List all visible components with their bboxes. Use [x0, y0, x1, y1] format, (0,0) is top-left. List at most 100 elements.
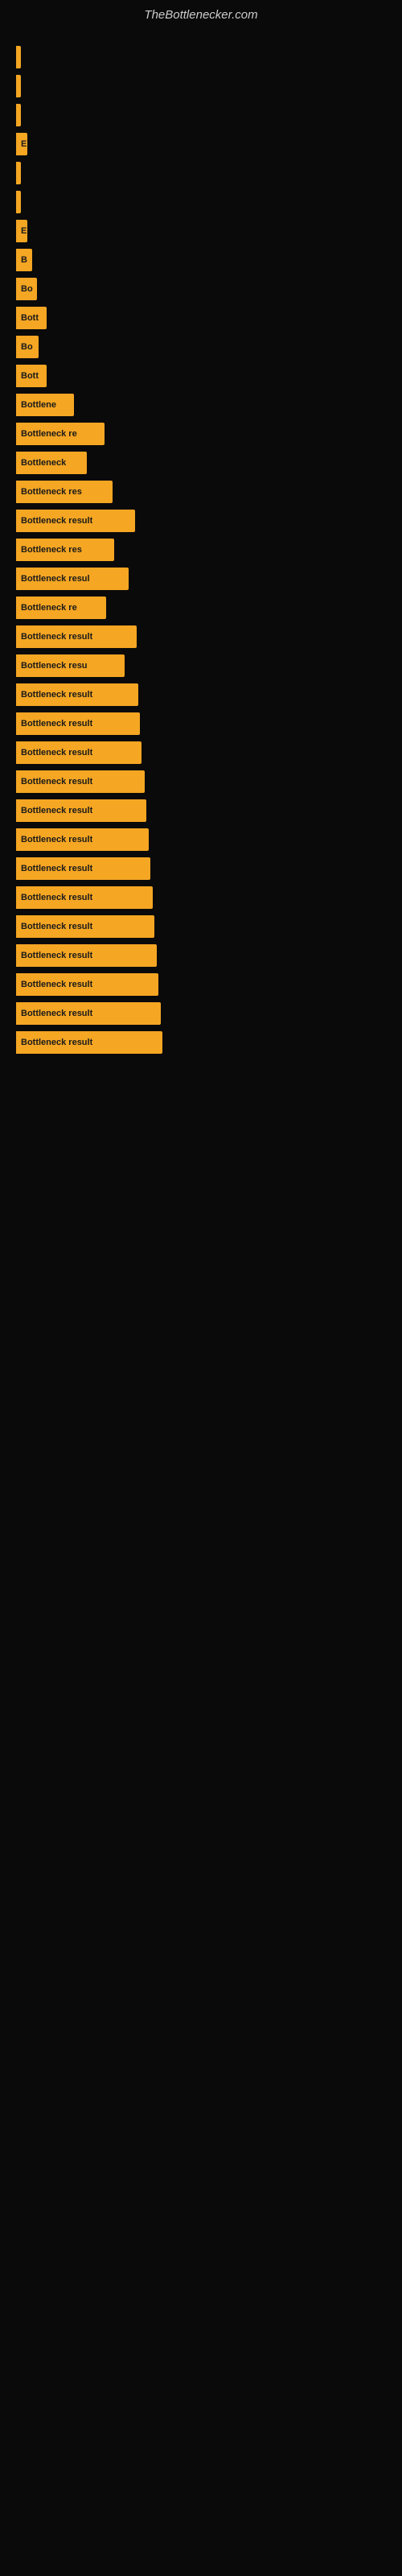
- bar: Bottleneck result: [16, 770, 145, 793]
- bar-row: |: [16, 46, 386, 68]
- bar-row: Bottleneck result: [16, 799, 386, 822]
- bar: Bottleneck result: [16, 1002, 161, 1025]
- bar-label: Bottleneck result: [21, 719, 92, 729]
- bar: Bottleneck result: [16, 799, 146, 822]
- bar-row: Bottleneck result: [16, 828, 386, 851]
- bar-row: Bottleneck resu: [16, 654, 386, 677]
- bar-row: E: [16, 133, 386, 155]
- bar-row: Bottleneck: [16, 452, 386, 474]
- bar-row: |: [16, 162, 386, 184]
- bar-label: Bottleneck result: [21, 893, 92, 902]
- bar-label: Bottleneck result: [21, 835, 92, 844]
- bar: Bo: [16, 336, 39, 358]
- bar-row: Bottlene: [16, 394, 386, 416]
- bar: Bottleneck res: [16, 539, 114, 561]
- bar-row: Bottleneck re: [16, 423, 386, 445]
- bar: Bottleneck result: [16, 510, 135, 532]
- bar-label: Bottleneck result: [21, 922, 92, 931]
- bar: Bo: [16, 278, 37, 300]
- bar-row: Bottleneck re: [16, 597, 386, 619]
- header: TheBottlenecker.com: [0, 0, 402, 38]
- bar-label: Bottleneck: [21, 458, 66, 468]
- bar-label: Bottleneck res: [21, 487, 82, 497]
- bar-label: Bottleneck result: [21, 951, 92, 960]
- bar-label: Bottleneck res: [21, 545, 82, 555]
- bar-label: Bottleneck result: [21, 980, 92, 989]
- bar-label: Bottlene: [21, 400, 56, 410]
- bar-row: Bottleneck result: [16, 1002, 386, 1025]
- bar-row: Bottleneck result: [16, 886, 386, 909]
- bar: Bottleneck result: [16, 915, 154, 938]
- bars-container: | | | E | | E B Bo Bott Bo Bott Bottlene Bottleneck r…: [0, 38, 402, 1068]
- bar-row: Bottleneck res: [16, 481, 386, 503]
- bar: E: [16, 133, 27, 155]
- bar-label: Bottleneck result: [21, 690, 92, 700]
- bar-row: Bo: [16, 336, 386, 358]
- bar-row: Bottleneck result: [16, 1031, 386, 1054]
- bar-label: Bottleneck resu: [21, 661, 88, 671]
- bar-label: Bottleneck result: [21, 777, 92, 786]
- bar-row: E: [16, 220, 386, 242]
- bar-label: Bottleneck result: [21, 806, 92, 815]
- bar-label: Bottleneck result: [21, 1009, 92, 1018]
- bar: |: [16, 162, 21, 184]
- bar-row: Bottleneck result: [16, 973, 386, 996]
- bar: Bottleneck result: [16, 683, 138, 706]
- bar: Bott: [16, 365, 47, 387]
- bar: |: [16, 104, 21, 126]
- bar-label: Bottleneck result: [21, 1038, 92, 1047]
- bar-label: E: [21, 139, 27, 149]
- bar: Bottleneck result: [16, 625, 137, 648]
- bar-row: Bottleneck result: [16, 944, 386, 967]
- bar-row: Bottleneck result: [16, 770, 386, 793]
- bar-row: Bottleneck resul: [16, 568, 386, 590]
- bar: Bott: [16, 307, 47, 329]
- bar-label: Bottleneck result: [21, 864, 92, 873]
- bar-label: Bo: [21, 284, 33, 294]
- bar: Bottleneck result: [16, 712, 140, 735]
- bar-row: Bottleneck result: [16, 510, 386, 532]
- site-title: TheBottlenecker.com: [0, 0, 402, 38]
- bar: |: [16, 46, 21, 68]
- bar-row: |: [16, 75, 386, 97]
- bar: B: [16, 249, 32, 271]
- bar-label: Bottleneck result: [21, 632, 92, 642]
- bar-row: Bottleneck result: [16, 712, 386, 735]
- bar-label: Bottleneck re: [21, 603, 77, 613]
- bar-row: Bottleneck result: [16, 915, 386, 938]
- bar: Bottleneck result: [16, 973, 158, 996]
- bar-label: Bottleneck re: [21, 429, 77, 439]
- bar-label: E: [21, 226, 27, 236]
- bar: Bottleneck re: [16, 423, 105, 445]
- bar-row: Bottleneck result: [16, 857, 386, 880]
- bar-row: |: [16, 191, 386, 213]
- bar-row: |: [16, 104, 386, 126]
- bar-label: Bott: [21, 371, 39, 381]
- bar-row: Bottleneck result: [16, 683, 386, 706]
- bar-label: B: [21, 255, 27, 265]
- bar-label: Bottleneck result: [21, 516, 92, 526]
- bar-label: Bottleneck result: [21, 748, 92, 758]
- bar: Bottleneck: [16, 452, 87, 474]
- bar-row: Bott: [16, 365, 386, 387]
- bar: Bottlene: [16, 394, 74, 416]
- bar-row: Bottleneck result: [16, 741, 386, 764]
- bar: E: [16, 220, 27, 242]
- bar: Bottleneck result: [16, 886, 153, 909]
- bar: |: [16, 191, 21, 213]
- bar-label: Bottleneck resul: [21, 574, 90, 584]
- bar: Bottleneck result: [16, 1031, 162, 1054]
- bar: Bottleneck result: [16, 857, 150, 880]
- bar: Bottleneck resul: [16, 568, 129, 590]
- bar: |: [16, 75, 21, 97]
- bar-label: Bott: [21, 313, 39, 323]
- bar: Bottleneck result: [16, 741, 142, 764]
- bar-row: Bottleneck res: [16, 539, 386, 561]
- bar: Bottleneck resu: [16, 654, 125, 677]
- bar: Bottleneck result: [16, 944, 157, 967]
- bar-row: Bo: [16, 278, 386, 300]
- bar-row: B: [16, 249, 386, 271]
- bar-row: Bottleneck result: [16, 625, 386, 648]
- bar: Bottleneck res: [16, 481, 113, 503]
- bar-label: Bo: [21, 342, 33, 352]
